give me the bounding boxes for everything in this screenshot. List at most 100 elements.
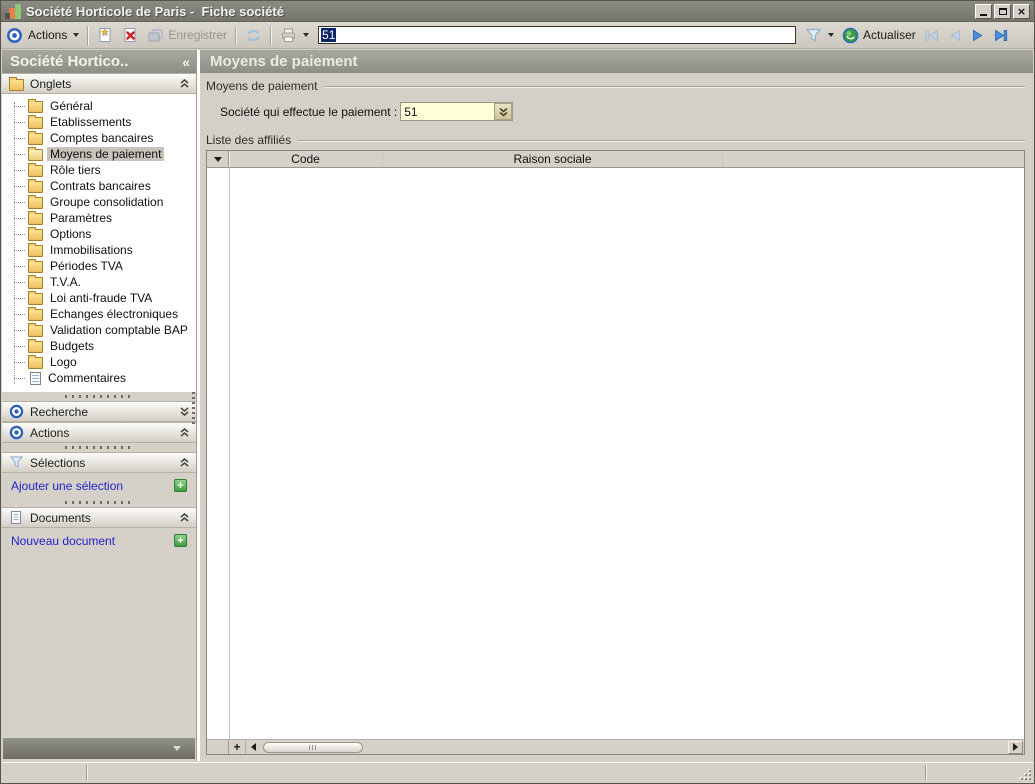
payer-row: Société qui effectue le paiement : 51: [220, 102, 1025, 121]
tree-item-etablissements[interactable]: Etablissements: [2, 114, 196, 130]
tree-item-parametres[interactable]: Paramètres: [2, 210, 196, 226]
main-body: Moyens de paiement Société qui effectue …: [200, 73, 1033, 761]
tree-item-label: T.V.A.: [50, 275, 81, 289]
selections-label: Sélections: [30, 455, 86, 470]
save-label: Enregistrer: [168, 28, 228, 42]
add-selection-link[interactable]: Ajouter une sélection: [11, 479, 123, 493]
record-search-input[interactable]: 51: [318, 26, 797, 44]
tree-item-logo[interactable]: Logo: [2, 354, 196, 370]
selections-link-row: Ajouter une sélection +: [2, 473, 196, 498]
next-record-button[interactable]: [967, 26, 988, 45]
arrow-left-icon: [250, 743, 256, 751]
column-header-code[interactable]: Code: [229, 151, 383, 167]
sidebar-section-selections[interactable]: Sélections: [2, 452, 196, 473]
refresh-button[interactable]: Actualiser: [839, 25, 919, 46]
tree-item-groupe-consolidation[interactable]: Groupe consolidation: [2, 194, 196, 210]
onglets-section-header[interactable]: Onglets: [2, 73, 196, 94]
sidebar-collapse-button[interactable]: «: [182, 54, 190, 70]
close-button[interactable]: ×: [1013, 3, 1030, 19]
tree-item-label: Moyens de paiement: [47, 147, 165, 161]
folder-icon: [28, 227, 43, 241]
new-document-link[interactable]: Nouveau document: [11, 534, 115, 548]
documents-link-row: Nouveau document +: [2, 528, 196, 553]
sync-icon: [247, 29, 261, 41]
sidebar-splitter[interactable]: [2, 498, 196, 507]
tree-item-label: Echanges électroniques: [50, 307, 179, 321]
sidebar-section-actions[interactable]: Actions: [2, 422, 196, 443]
scroll-right-button[interactable]: [1008, 740, 1023, 754]
tree-item-commentaires[interactable]: Commentaires: [2, 370, 196, 386]
row-selector-header[interactable]: [207, 151, 229, 167]
tree-item-general[interactable]: Général: [2, 98, 196, 114]
chevron-down-double-icon: [180, 407, 189, 416]
page-title-text: Moyens de paiement: [210, 53, 358, 70]
folder-icon: [28, 259, 43, 273]
chevron-down-double-icon: [499, 107, 508, 117]
window-resize-grip[interactable]: [1020, 769, 1031, 780]
page-title: Moyens de paiement: [200, 50, 1033, 73]
print-button[interactable]: [277, 25, 312, 46]
tree-item-echanges-electroniques[interactable]: Echanges électroniques: [2, 306, 196, 322]
group-divider: [298, 140, 1025, 142]
tree-item-budgets[interactable]: Budgets: [2, 338, 196, 354]
first-record-button[interactable]: [921, 26, 942, 45]
group-moyens-paiement: Moyens de paiement: [206, 79, 1025, 93]
folder-icon: [28, 307, 43, 321]
actions-menu-button[interactable]: Actions: [25, 26, 82, 44]
tree-item-label: Paramètres: [50, 211, 113, 225]
document-icon: [11, 511, 21, 524]
tree-item-moyens-de-paiement[interactable]: Moyens de paiement: [2, 146, 196, 162]
new-record-button[interactable]: [94, 25, 117, 46]
scroll-left-button[interactable]: [246, 741, 260, 754]
sidebar-bottom-bar[interactable]: [3, 738, 195, 759]
content-area: Société Hortico.. « Onglets Général Etab…: [2, 50, 1033, 761]
sidebar-section-documents[interactable]: Documents: [2, 507, 196, 528]
sidebar-section-recherche[interactable]: Recherche: [2, 401, 196, 422]
folder-icon: [28, 275, 43, 289]
sync-button[interactable]: [242, 25, 265, 46]
tree-item-t-v-a-[interactable]: T.V.A.: [2, 274, 196, 290]
filter-button[interactable]: [802, 25, 837, 46]
tree-item-options[interactable]: Options: [2, 226, 196, 242]
sidebar-splitter[interactable]: [2, 443, 196, 452]
horizontal-scrollbar-thumb[interactable]: [263, 741, 363, 753]
add-row-button[interactable]: +: [229, 740, 246, 754]
sidebar-resize-grip[interactable]: [192, 392, 195, 426]
sidebar-splitter[interactable]: [2, 392, 196, 401]
add-document-button[interactable]: +: [174, 534, 187, 547]
first-record-icon: [925, 29, 938, 41]
folder-icon: [28, 195, 43, 209]
tree-item-comptes-bancaires[interactable]: Comptes bancaires: [2, 130, 196, 146]
save-icon: [148, 29, 163, 41]
tree-item-periodes-tva[interactable]: Périodes TVA: [2, 258, 196, 274]
tree-item-loi-anti-fraude-tva[interactable]: Loi anti-fraude TVA: [2, 290, 196, 306]
add-selection-button[interactable]: +: [174, 479, 187, 492]
payer-combobox[interactable]: 51: [400, 102, 514, 121]
save-button[interactable]: Enregistrer: [144, 25, 230, 46]
chevron-down-icon: [173, 746, 181, 751]
column-header-raison-sociale[interactable]: Raison sociale: [383, 151, 723, 167]
previous-record-button[interactable]: [944, 26, 965, 45]
tree-item-label: Rôle tiers: [50, 163, 101, 177]
maximize-button[interactable]: [994, 3, 1011, 19]
tree-item-role-tiers[interactable]: Rôle tiers: [2, 162, 196, 178]
last-record-button[interactable]: [990, 26, 1011, 45]
tree-item-contrats-bancaires[interactable]: Contrats bancaires: [2, 178, 196, 194]
group-affilies-label: Liste des affiliés: [206, 133, 292, 147]
payer-combo-dropdown-button[interactable]: [494, 103, 513, 120]
recherche-label: Recherche: [30, 404, 89, 419]
refresh-icon: [842, 27, 859, 43]
toolbar-separator: [270, 25, 273, 45]
tree-item-label: Logo: [50, 355, 77, 369]
chevron-down-icon: [828, 33, 835, 37]
payer-value: 51: [404, 105, 418, 119]
folder-icon: [28, 323, 43, 337]
minimize-button[interactable]: [975, 3, 992, 19]
affilies-grid: Code Raison sociale +: [206, 150, 1025, 755]
grid-body: [207, 168, 1024, 739]
tree-item-immobilisations[interactable]: Immobilisations: [2, 242, 196, 258]
folder-icon: [28, 355, 43, 369]
folder-icon: [9, 76, 24, 91]
delete-record-button[interactable]: [119, 25, 142, 46]
tree-item-validation-comptable-bap[interactable]: Validation comptable BAP: [2, 322, 196, 338]
